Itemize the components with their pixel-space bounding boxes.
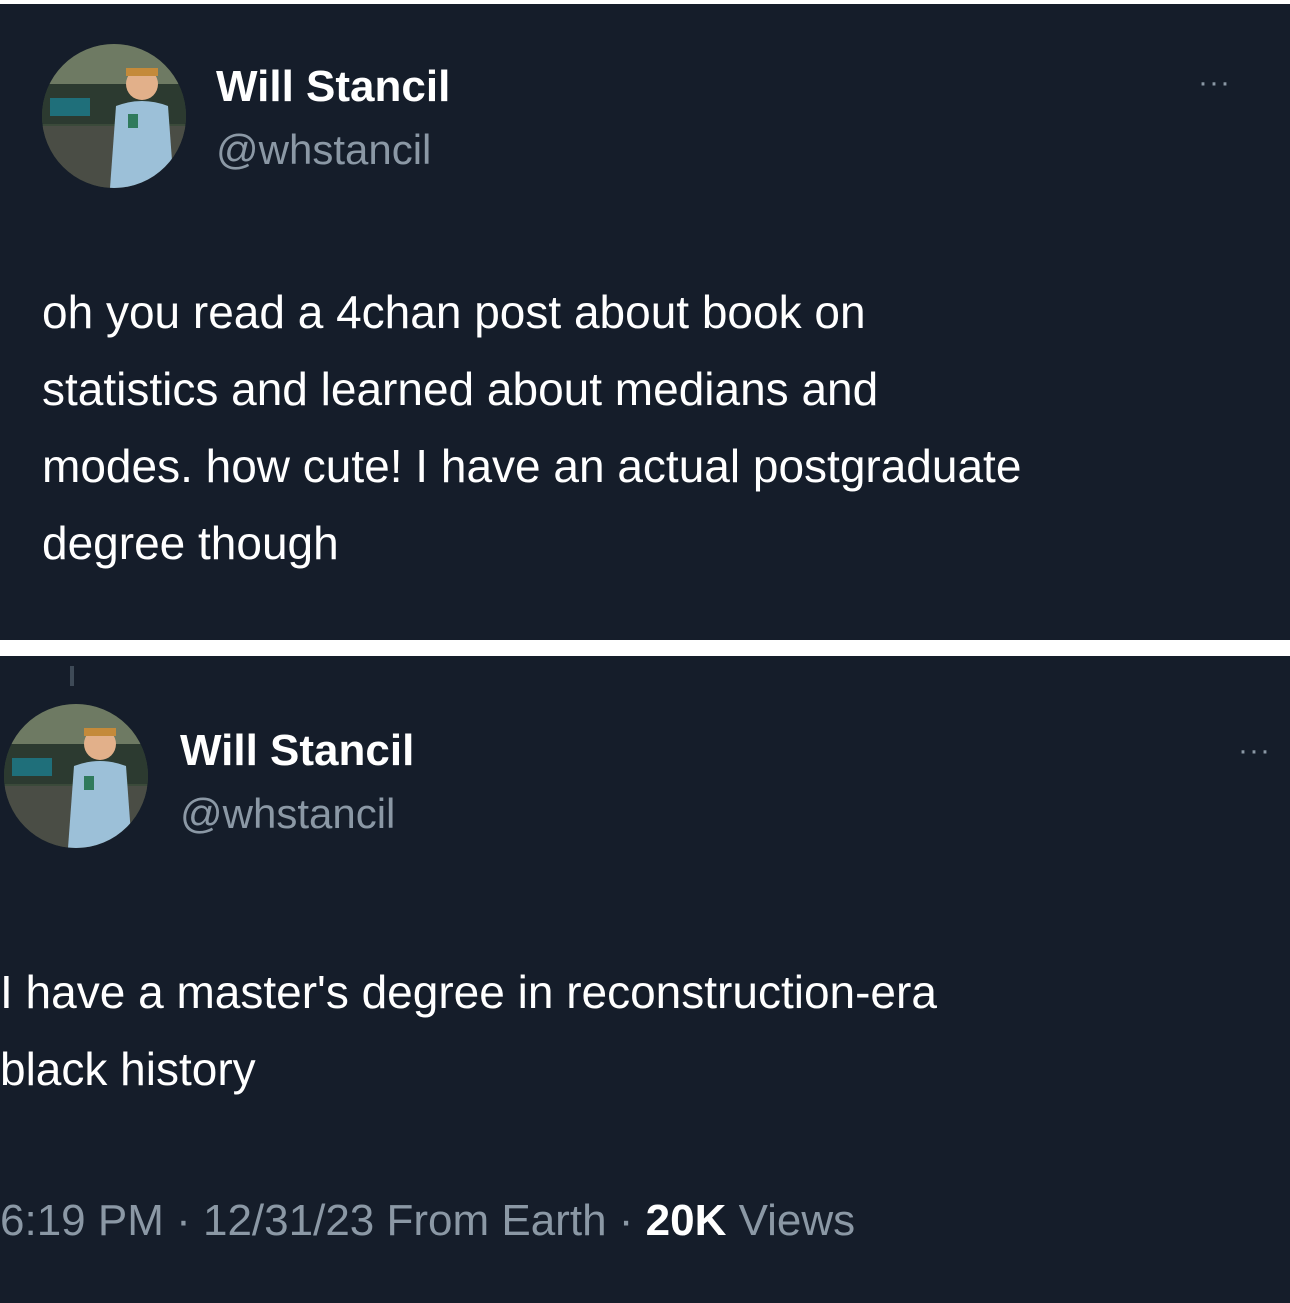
meta-separator: · <box>606 1196 646 1245</box>
user-avatar[interactable] <box>42 44 186 188</box>
tweet-card-1: Will Stancil @whstancil ··· oh you read … <box>0 4 1290 640</box>
user-avatar[interactable] <box>4 704 148 848</box>
more-options-icon[interactable]: ··· <box>1238 736 1271 766</box>
display-name[interactable]: Will Stancil <box>216 62 450 112</box>
tweet-date[interactable]: 12/31/23 <box>203 1196 374 1245</box>
display-name[interactable]: Will Stancil <box>180 726 414 776</box>
tweet-time[interactable]: 6:19 PM <box>0 1196 164 1245</box>
thread-connector <box>70 666 74 686</box>
user-handle[interactable]: @whstancil <box>216 126 431 174</box>
more-options-icon[interactable]: ··· <box>1198 68 1231 98</box>
tweet-meta: 6:19 PM · 12/31/23 From Earth · 20K View… <box>0 1196 855 1246</box>
tweet-source: From Earth <box>374 1196 607 1245</box>
views-count[interactable]: 20K <box>646 1196 727 1245</box>
tweet-text: I have a master's degree in reconstructi… <box>0 966 937 1095</box>
views-label: Views <box>726 1196 856 1245</box>
tweet-text: oh you read a 4chan post about book on s… <box>42 286 1022 569</box>
user-handle[interactable]: @whstancil <box>180 790 395 838</box>
tweet-card-2: Will Stancil @whstancil ··· I have a mas… <box>0 656 1290 1303</box>
meta-separator: · <box>163 1196 203 1245</box>
